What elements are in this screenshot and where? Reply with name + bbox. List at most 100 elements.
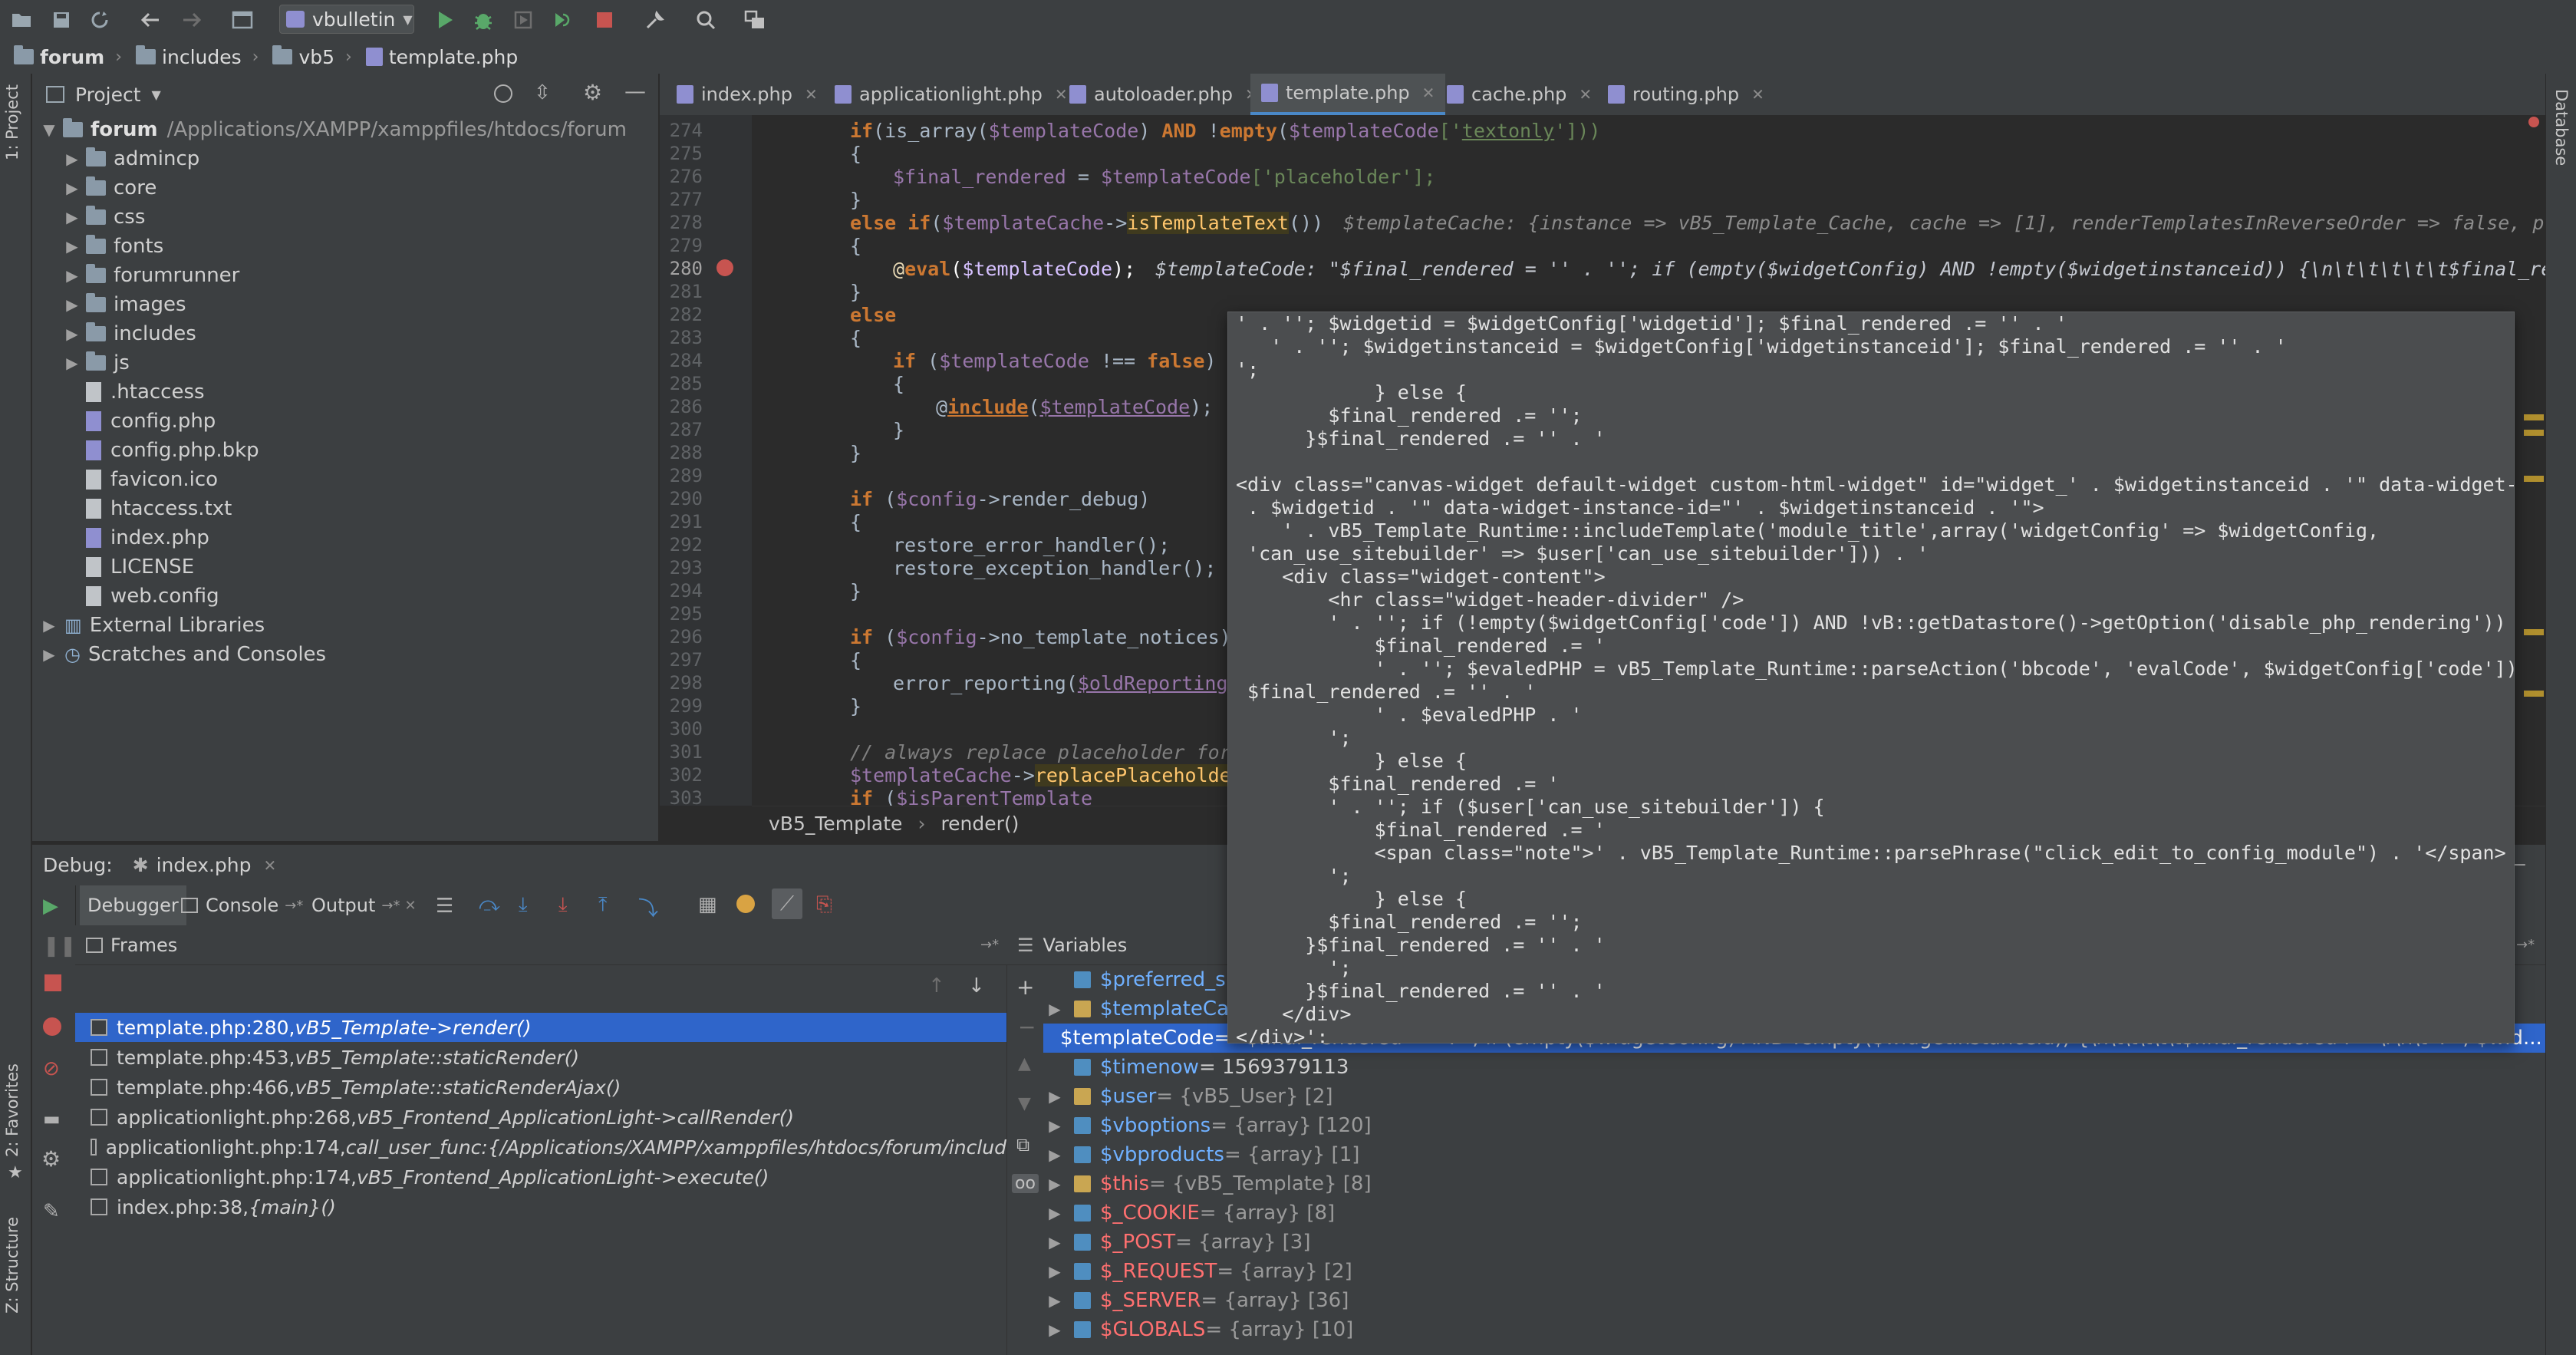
line-number[interactable]: 283: [660, 327, 703, 348]
evaluate-expression-icon[interactable]: ▦: [698, 893, 717, 916]
run-configuration-select[interactable]: vbulletin ▼: [279, 5, 414, 34]
run-to-cursor-icon[interactable]: ⤵: [638, 893, 658, 921]
line-number[interactable]: 289: [660, 465, 703, 486]
line-number[interactable]: 298: [660, 672, 703, 694]
tab-output[interactable]: Output →* ✕: [311, 885, 417, 925]
arrow-up-icon[interactable]: ↑: [928, 974, 945, 997]
tree-item-folder[interactable]: ▶ fonts: [63, 232, 163, 261]
tree-item-file[interactable]: config.php: [81, 407, 216, 436]
line-number[interactable]: 293: [660, 557, 703, 579]
debug-session-tab[interactable]: ✱ index.php ✕: [133, 854, 277, 876]
tree-item-folder[interactable]: ▶ core: [63, 173, 156, 203]
locate-icon[interactable]: [494, 84, 512, 103]
tree-item-file[interactable]: .htaccess: [81, 377, 205, 407]
add-watch-icon[interactable]: +: [1016, 974, 1034, 1000]
tree-item-folder[interactable]: ▶ css: [63, 203, 145, 232]
project-panel-title[interactable]: Project: [75, 84, 141, 106]
tree-item-file[interactable]: favicon.ico: [81, 465, 218, 494]
line-number[interactable]: 301: [660, 741, 703, 763]
gear-icon[interactable]: ⚙: [41, 1146, 61, 1172]
variable-row[interactable]: ▶ $GLOBALS = {array} [10]: [1043, 1315, 2545, 1344]
warning-stripe-marker[interactable]: [2524, 414, 2544, 420]
line-number[interactable]: 300: [660, 718, 703, 740]
line-number[interactable]: 286: [660, 396, 703, 417]
line-number[interactable]: 290: [660, 488, 703, 509]
variable-row[interactable]: ▶ $vbproducts = {array} [1]: [1043, 1140, 2545, 1169]
frame-row[interactable]: applicationlight.php:268, vB5_Frontend_A…: [75, 1103, 1006, 1132]
debug-icon[interactable]: [469, 6, 497, 34]
copy-icon[interactable]: ⧉: [1016, 1134, 1029, 1156]
step-out-icon[interactable]: ⤒: [598, 893, 608, 917]
tab-console[interactable]: Console →*: [181, 885, 303, 925]
breakpoint-icon[interactable]: [716, 259, 733, 276]
tree-item-folder[interactable]: ▶ includes: [63, 319, 196, 348]
variable-row[interactable]: ▶ $this = {vB5_Template} [8]: [1043, 1169, 2545, 1198]
coverage-icon[interactable]: [509, 6, 537, 34]
breadcrumb-class[interactable]: vB5_Template: [769, 813, 902, 835]
breadcrumb-forum[interactable]: forum: [14, 45, 104, 68]
tree-item-folder[interactable]: ▶ images: [63, 290, 186, 319]
line-number[interactable]: 292: [660, 534, 703, 556]
line-number[interactable]: 276: [660, 166, 703, 187]
project-tool-tab[interactable]: 1: Project: [3, 84, 21, 160]
layout-icon[interactable]: ▬: [43, 1108, 61, 1129]
structure-tool-tab[interactable]: Z: Structure: [3, 1217, 21, 1314]
tab-cache-php[interactable]: cache.php ✕: [1436, 74, 1603, 115]
step-into-icon[interactable]: ⤓: [519, 893, 528, 917]
frame-row[interactable]: template.php:280, vB5_Template->render(): [75, 1013, 1006, 1042]
breadcrumb-includes[interactable]: includes: [136, 45, 242, 68]
value-tooltip-popup[interactable]: ' . ''; $widgetid = $widgetConfig['widge…: [1227, 312, 2515, 1043]
pin-icon[interactable]: ✎: [43, 1200, 60, 1223]
variable-row[interactable]: $timenow = 1569379113: [1043, 1053, 2545, 1082]
stop-icon[interactable]: [44, 974, 61, 991]
restore-layout-icon[interactable]: ⟋: [772, 888, 802, 919]
tree-item-file[interactable]: htaccess.txt: [81, 494, 232, 523]
line-number[interactable]: 284: [660, 350, 703, 371]
tree-item-file[interactable]: index.php: [81, 523, 209, 552]
warning-stripe-marker[interactable]: [2524, 430, 2544, 436]
line-number[interactable]: 281: [660, 281, 703, 302]
back-icon[interactable]: [137, 6, 164, 34]
chevron-down-icon[interactable]: ▼: [152, 87, 161, 102]
frame-row[interactable]: template.php:453, vB5_Template::staticRe…: [75, 1043, 1006, 1072]
line-number[interactable]: 295: [660, 603, 703, 625]
close-icon[interactable]: ✕: [264, 856, 277, 875]
tab-index-php[interactable]: index.php ✕: [666, 74, 828, 115]
force-step-into-icon[interactable]: ⤓: [558, 893, 568, 917]
tree-item-file[interactable]: config.php.bkp: [81, 436, 259, 465]
wrench-icon[interactable]: [641, 6, 669, 34]
tree-scratches[interactable]: ▶ ◷ Scratches and Consoles: [40, 640, 326, 669]
resume-icon[interactable]: ▶: [43, 895, 58, 918]
rerun-icon[interactable]: [548, 6, 575, 34]
line-number[interactable]: 288: [660, 442, 703, 463]
line-number[interactable]: 275: [660, 143, 703, 164]
line-number[interactable]: 296: [660, 626, 703, 648]
pin-arrow-icon[interactable]: →*: [980, 937, 999, 953]
warning-stripe-marker[interactable]: [2524, 629, 2544, 635]
warning-stripe-marker[interactable]: [2524, 691, 2544, 697]
tree-root-forum[interactable]: ▼ forum /Applications/XAMPP/xamppfiles/h…: [40, 115, 627, 144]
tab-applicationlight-php[interactable]: applicationlight.php ✕: [824, 74, 1079, 115]
error-marker-icon[interactable]: [2528, 117, 2539, 127]
tree-item-folder[interactable]: ▶ js: [63, 348, 130, 377]
watch-icon[interactable]: [736, 895, 755, 913]
variable-row[interactable]: ▶ $_SERVER = {array} [36]: [1043, 1286, 2545, 1315]
frame-row[interactable]: applicationlight.php:174, vB5_Frontend_A…: [75, 1162, 1006, 1192]
run-icon[interactable]: [431, 6, 459, 34]
variable-row[interactable]: ▶ $_POST = {array} [3]: [1043, 1228, 2545, 1257]
line-number[interactable]: 302: [660, 764, 703, 786]
breadcrumb-vb5[interactable]: vb5: [272, 45, 334, 68]
line-number[interactable]: 297: [660, 649, 703, 671]
line-number[interactable]: 277: [660, 189, 703, 210]
tab-autoloader-php[interactable]: autoloader.php✕: [1059, 74, 1269, 115]
save-icon[interactable]: [48, 6, 75, 34]
close-icon[interactable]: ✕: [404, 898, 416, 914]
tab-template-php[interactable]: template.php ✕: [1250, 74, 1446, 115]
tree-item-file[interactable]: web.config: [81, 582, 219, 611]
show-execution-point-icon[interactable]: ☰: [436, 895, 453, 918]
search-icon[interactable]: [692, 6, 720, 34]
tree-item-folder[interactable]: ▶ forumrunner: [63, 261, 239, 290]
line-number[interactable]: 285: [660, 373, 703, 394]
line-number[interactable]: 303: [660, 787, 703, 809]
arrow-down-icon[interactable]: ↓: [968, 974, 985, 997]
